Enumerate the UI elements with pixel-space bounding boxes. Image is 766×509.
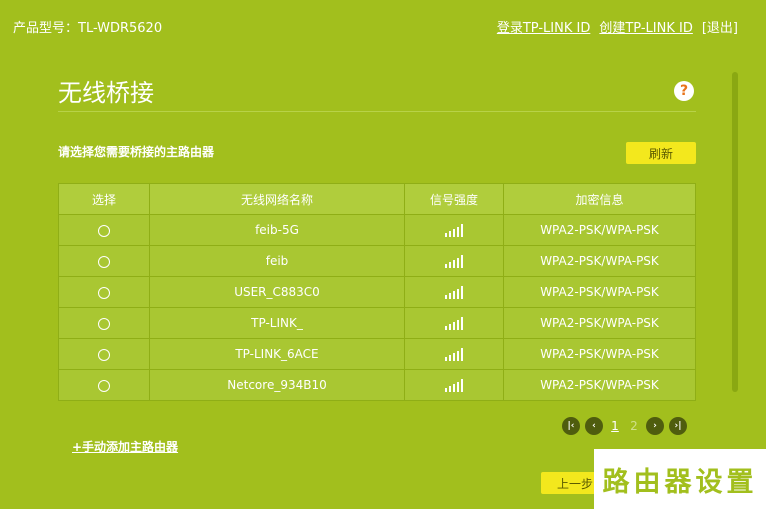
signal-bar — [453, 353, 455, 361]
account-links: 登录TP-LINK ID 创建TP-LINK ID [退出] — [497, 17, 738, 36]
signal-bar — [457, 258, 459, 268]
login-tplink-id-link[interactable]: 登录TP-LINK ID — [497, 17, 591, 36]
logout-link[interactable]: [退出] — [702, 17, 738, 36]
prev-page-icon[interactable]: ‹ — [585, 417, 603, 435]
create-tplink-id-link[interactable]: 创建TP-LINK ID — [599, 17, 693, 36]
encryption-cell: WPA2-PSK/WPA-PSK — [503, 245, 696, 277]
next-page-icon[interactable]: › — [646, 417, 664, 435]
signal-cell — [404, 276, 504, 308]
table-header-row: 选择 无线网络名称 信号强度 加密信息 — [58, 183, 696, 215]
column-header-select: 选择 — [58, 183, 150, 215]
signal-strength-icon — [445, 255, 463, 268]
page-title: 无线桥接 — [58, 79, 154, 107]
signal-cell — [404, 338, 504, 370]
select-radio[interactable] — [98, 348, 110, 361]
signal-cell — [404, 245, 504, 277]
signal-strength-icon — [445, 224, 463, 237]
watermark-logo: 路由器设置 — [594, 449, 766, 509]
help-icon[interactable]: ? — [674, 81, 694, 101]
signal-strength-icon — [445, 286, 463, 299]
encryption-cell: WPA2-PSK/WPA-PSK — [503, 276, 696, 308]
signal-bar — [449, 262, 451, 268]
signal-bar — [449, 324, 451, 330]
signal-bar — [449, 293, 451, 299]
top-bar: 产品型号：TL-WDR5620 登录TP-LINK ID 创建TP-LINK I… — [0, 0, 766, 52]
column-header-ssid: 无线网络名称 — [149, 183, 405, 215]
add-router-manually-link[interactable]: +手动添加主路由器 — [72, 438, 178, 455]
signal-bar — [461, 348, 463, 361]
pagination: |‹ ‹ 1 2 › ›| — [562, 417, 687, 435]
scrollbar[interactable] — [732, 72, 738, 392]
encryption-cell: WPA2-PSK/WPA-PSK — [503, 338, 696, 370]
ssid-cell: TP-LINK_ — [149, 307, 405, 339]
signal-bar — [445, 357, 447, 361]
page-number-1[interactable]: 1 — [608, 419, 622, 433]
signal-bar — [461, 286, 463, 299]
select-cell — [58, 276, 150, 308]
signal-bar — [461, 255, 463, 268]
signal-bar — [445, 326, 447, 330]
signal-bar — [457, 382, 459, 392]
encryption-cell: WPA2-PSK/WPA-PSK — [503, 307, 696, 339]
table-row[interactable]: USER_C883C0 WPA2-PSK/WPA-PSK — [58, 276, 696, 308]
refresh-button[interactable]: 刷新 — [626, 142, 696, 164]
select-cell — [58, 369, 150, 401]
signal-bar — [449, 355, 451, 361]
signal-bar — [453, 229, 455, 237]
select-radio[interactable] — [98, 255, 110, 268]
signal-bar — [457, 320, 459, 330]
signal-strength-icon — [445, 348, 463, 361]
signal-cell — [404, 307, 504, 339]
signal-strength-icon — [445, 317, 463, 330]
signal-cell — [404, 369, 504, 401]
select-cell — [58, 245, 150, 277]
ssid-cell: feib-5G — [149, 214, 405, 246]
signal-cell — [404, 214, 504, 246]
first-page-icon[interactable]: |‹ — [562, 417, 580, 435]
signal-bar — [449, 231, 451, 237]
signal-bar — [445, 264, 447, 268]
select-radio[interactable] — [98, 224, 110, 237]
ssid-cell: TP-LINK_6ACE — [149, 338, 405, 370]
signal-bar — [453, 291, 455, 299]
signal-bar — [445, 388, 447, 392]
signal-bar — [453, 260, 455, 268]
ssid-cell: Netcore_934B10 — [149, 369, 405, 401]
last-page-icon[interactable]: ›| — [669, 417, 687, 435]
product-model: 产品型号：TL-WDR5620 — [13, 21, 163, 36]
signal-bar — [449, 386, 451, 392]
table-row[interactable]: Netcore_934B10 WPA2-PSK/WPA-PSK — [58, 369, 696, 401]
encryption-cell: WPA2-PSK/WPA-PSK — [503, 369, 696, 401]
column-header-encryption: 加密信息 — [503, 183, 696, 215]
select-cell — [58, 214, 150, 246]
signal-bar — [461, 317, 463, 330]
signal-bar — [453, 384, 455, 392]
signal-bar — [457, 351, 459, 361]
signal-bar — [461, 224, 463, 237]
page-number-2[interactable]: 2 — [627, 419, 641, 433]
wireless-network-table: 选择 无线网络名称 信号强度 加密信息 feib-5G WPA2-PSK/WPA-… — [58, 183, 696, 401]
table-row[interactable]: TP-LINK_ WPA2-PSK/WPA-PSK — [58, 307, 696, 339]
encryption-cell: WPA2-PSK/WPA-PSK — [503, 214, 696, 246]
signal-bar — [457, 289, 459, 299]
signal-bar — [445, 233, 447, 237]
select-radio[interactable] — [98, 379, 110, 392]
select-radio[interactable] — [98, 286, 110, 299]
column-header-signal: 信号强度 — [404, 183, 504, 215]
select-cell — [58, 338, 150, 370]
table-row[interactable]: feib-5G WPA2-PSK/WPA-PSK — [58, 214, 696, 246]
instruction-text: 请选择您需要桥接的主路由器 — [58, 145, 215, 159]
signal-strength-icon — [445, 379, 463, 392]
ssid-cell: feib — [149, 245, 405, 277]
select-radio[interactable] — [98, 317, 110, 330]
signal-bar — [461, 379, 463, 392]
select-cell — [58, 307, 150, 339]
ssid-cell: USER_C883C0 — [149, 276, 405, 308]
signal-bar — [457, 227, 459, 237]
signal-bar — [445, 295, 447, 299]
table-row[interactable]: feib WPA2-PSK/WPA-PSK — [58, 245, 696, 277]
signal-bar — [453, 322, 455, 330]
table-row[interactable]: TP-LINK_6ACE WPA2-PSK/WPA-PSK — [58, 338, 696, 370]
title-divider — [58, 111, 696, 112]
